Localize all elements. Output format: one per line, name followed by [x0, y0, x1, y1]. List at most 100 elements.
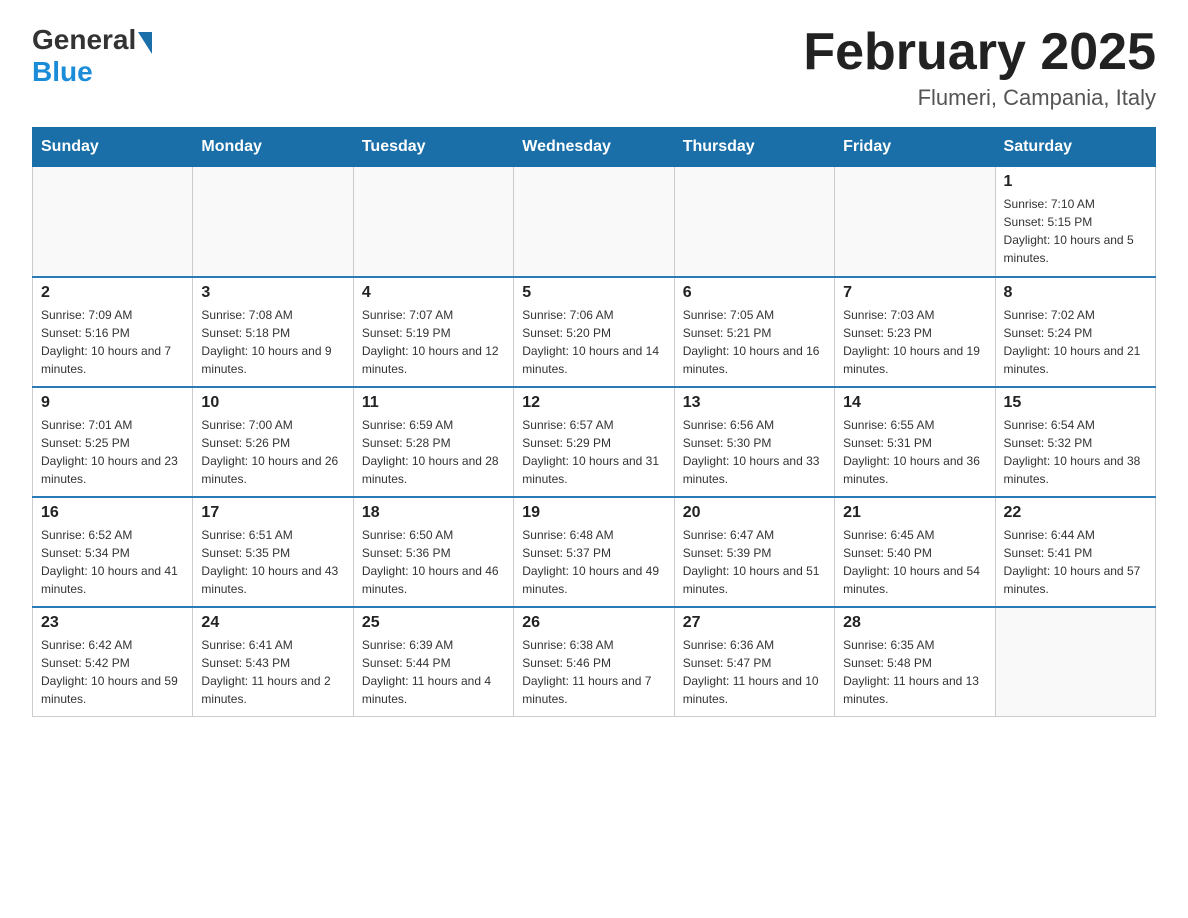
- day-info: Sunrise: 6:51 AM Sunset: 5:35 PM Dayligh…: [201, 526, 344, 598]
- day-number: 19: [522, 504, 665, 522]
- day-number: 17: [201, 504, 344, 522]
- day-number: 4: [362, 284, 505, 302]
- weekday-header-monday: Monday: [193, 128, 353, 167]
- weekday-header-saturday: Saturday: [995, 128, 1155, 167]
- day-info: Sunrise: 6:36 AM Sunset: 5:47 PM Dayligh…: [683, 636, 826, 708]
- day-info: Sunrise: 6:44 AM Sunset: 5:41 PM Dayligh…: [1004, 526, 1147, 598]
- calendar-cell: 18 Sunrise: 6:50 AM Sunset: 5:36 PM Dayli…: [353, 497, 513, 607]
- day-number: 15: [1004, 394, 1147, 412]
- calendar-cell: 21Sunrise: 6:45 AM Sunset: 5:40 PM Dayli…: [835, 497, 995, 607]
- day-info: Sunrise: 7:06 AM Sunset: 5:20 PM Dayligh…: [522, 306, 665, 378]
- calendar-cell: [674, 167, 834, 277]
- day-info: Sunrise: 6:56 AM Sunset: 5:30 PM Dayligh…: [683, 416, 826, 488]
- day-number: 24: [201, 614, 344, 632]
- day-info: Sunrise: 6:50 AM Sunset: 5:36 PM Dayligh…: [362, 526, 505, 598]
- weekday-header-friday: Friday: [835, 128, 995, 167]
- day-number: 11: [362, 394, 505, 412]
- calendar-cell: 22 Sunrise: 6:44 AM Sunset: 5:41 PM Dayli…: [995, 497, 1155, 607]
- day-info: Sunrise: 6:54 AM Sunset: 5:32 PM Dayligh…: [1004, 416, 1147, 488]
- calendar-cell: 11 Sunrise: 6:59 AM Sunset: 5:28 PM Dayli…: [353, 387, 513, 497]
- day-number: 8: [1004, 284, 1147, 302]
- weekday-header-tuesday: Tuesday: [353, 128, 513, 167]
- day-info: Sunrise: 6:55 AM Sunset: 5:31 PM Dayligh…: [843, 416, 986, 488]
- day-number: 3: [201, 284, 344, 302]
- calendar-cell: 16 Sunrise: 6:52 AM Sunset: 5:34 PM Dayli…: [33, 497, 193, 607]
- calendar-week-3: 16 Sunrise: 6:52 AM Sunset: 5:34 PM Dayli…: [33, 497, 1156, 607]
- weekday-header-sunday: Sunday: [33, 128, 193, 167]
- day-number: 21: [843, 504, 986, 522]
- calendar-cell: [193, 167, 353, 277]
- calendar-cell: 28 Sunrise: 6:35 AM Sunset: 5:48 PM Dayli…: [835, 607, 995, 717]
- day-info: Sunrise: 7:09 AM Sunset: 5:16 PM Dayligh…: [41, 306, 184, 378]
- day-info: Sunrise: 6:39 AM Sunset: 5:44 PM Dayligh…: [362, 636, 505, 708]
- calendar-cell: 4 Sunrise: 7:07 AM Sunset: 5:19 PM Daylig…: [353, 277, 513, 387]
- weekday-header-thursday: Thursday: [674, 128, 834, 167]
- calendar-week-0: 1 Sunrise: 7:10 AM Sunset: 5:15 PM Daylig…: [33, 167, 1156, 277]
- day-number: 18: [362, 504, 505, 522]
- day-number: 12: [522, 394, 665, 412]
- weekday-header-wednesday: Wednesday: [514, 128, 674, 167]
- weekday-header-row: SundayMondayTuesdayWednesdayThursdayFrid…: [33, 128, 1156, 167]
- calendar-cell: 17 Sunrise: 6:51 AM Sunset: 5:35 PM Dayli…: [193, 497, 353, 607]
- day-number: 10: [201, 394, 344, 412]
- day-number: 23: [41, 614, 184, 632]
- day-number: 1: [1004, 173, 1147, 191]
- calendar-cell: 9Sunrise: 7:01 AM Sunset: 5:25 PM Daylig…: [33, 387, 193, 497]
- day-info: Sunrise: 7:08 AM Sunset: 5:18 PM Dayligh…: [201, 306, 344, 378]
- page-title: February 2025: [803, 24, 1156, 81]
- calendar-cell: 12Sunrise: 6:57 AM Sunset: 5:29 PM Dayli…: [514, 387, 674, 497]
- calendar-week-1: 2 Sunrise: 7:09 AM Sunset: 5:16 PM Daylig…: [33, 277, 1156, 387]
- calendar-cell: [353, 167, 513, 277]
- day-info: Sunrise: 6:35 AM Sunset: 5:48 PM Dayligh…: [843, 636, 986, 708]
- calendar-cell: 6Sunrise: 7:05 AM Sunset: 5:21 PM Daylig…: [674, 277, 834, 387]
- calendar-cell: 23 Sunrise: 6:42 AM Sunset: 5:42 PM Dayli…: [33, 607, 193, 717]
- day-info: Sunrise: 6:42 AM Sunset: 5:42 PM Dayligh…: [41, 636, 184, 708]
- day-number: 5: [522, 284, 665, 302]
- logo: General Blue: [32, 24, 152, 88]
- calendar-cell: 13 Sunrise: 6:56 AM Sunset: 5:30 PM Dayli…: [674, 387, 834, 497]
- day-number: 13: [683, 394, 826, 412]
- day-info: Sunrise: 6:59 AM Sunset: 5:28 PM Dayligh…: [362, 416, 505, 488]
- calendar-cell: 5 Sunrise: 7:06 AM Sunset: 5:20 PM Daylig…: [514, 277, 674, 387]
- day-info: Sunrise: 7:07 AM Sunset: 5:19 PM Dayligh…: [362, 306, 505, 378]
- calendar-cell: 7 Sunrise: 7:03 AM Sunset: 5:23 PM Daylig…: [835, 277, 995, 387]
- calendar-cell: 24 Sunrise: 6:41 AM Sunset: 5:43 PM Dayli…: [193, 607, 353, 717]
- day-info: Sunrise: 7:10 AM Sunset: 5:15 PM Dayligh…: [1004, 195, 1147, 267]
- day-info: Sunrise: 6:38 AM Sunset: 5:46 PM Dayligh…: [522, 636, 665, 708]
- day-info: Sunrise: 6:52 AM Sunset: 5:34 PM Dayligh…: [41, 526, 184, 598]
- day-info: Sunrise: 6:41 AM Sunset: 5:43 PM Dayligh…: [201, 636, 344, 708]
- day-info: Sunrise: 6:48 AM Sunset: 5:37 PM Dayligh…: [522, 526, 665, 598]
- calendar-cell: 3 Sunrise: 7:08 AM Sunset: 5:18 PM Daylig…: [193, 277, 353, 387]
- day-number: 7: [843, 284, 986, 302]
- calendar-week-2: 9Sunrise: 7:01 AM Sunset: 5:25 PM Daylig…: [33, 387, 1156, 497]
- day-number: 14: [843, 394, 986, 412]
- calendar-cell: 2 Sunrise: 7:09 AM Sunset: 5:16 PM Daylig…: [33, 277, 193, 387]
- calendar-cell: 1 Sunrise: 7:10 AM Sunset: 5:15 PM Daylig…: [995, 167, 1155, 277]
- day-number: 6: [683, 284, 826, 302]
- calendar-cell: [835, 167, 995, 277]
- calendar-cell: [514, 167, 674, 277]
- calendar-cell: 27 Sunrise: 6:36 AM Sunset: 5:47 PM Dayli…: [674, 607, 834, 717]
- day-info: Sunrise: 7:00 AM Sunset: 5:26 PM Dayligh…: [201, 416, 344, 488]
- day-number: 27: [683, 614, 826, 632]
- day-number: 28: [843, 614, 986, 632]
- calendar-cell: [33, 167, 193, 277]
- day-info: Sunrise: 7:03 AM Sunset: 5:23 PM Dayligh…: [843, 306, 986, 378]
- calendar-cell: 26 Sunrise: 6:38 AM Sunset: 5:46 PM Dayli…: [514, 607, 674, 717]
- logo-general-text: General: [32, 24, 136, 56]
- calendar-cell: 10 Sunrise: 7:00 AM Sunset: 5:26 PM Dayli…: [193, 387, 353, 497]
- logo-text: General: [32, 24, 152, 56]
- day-number: 16: [41, 504, 184, 522]
- day-number: 22: [1004, 504, 1147, 522]
- calendar-cell: 14 Sunrise: 6:55 AM Sunset: 5:31 PM Dayli…: [835, 387, 995, 497]
- day-number: 26: [522, 614, 665, 632]
- page-header: General Blue February 2025 Flumeri, Camp…: [32, 24, 1156, 111]
- day-number: 2: [41, 284, 184, 302]
- day-info: Sunrise: 7:02 AM Sunset: 5:24 PM Dayligh…: [1004, 306, 1147, 378]
- calendar-cell: 19 Sunrise: 6:48 AM Sunset: 5:37 PM Dayli…: [514, 497, 674, 607]
- day-info: Sunrise: 6:47 AM Sunset: 5:39 PM Dayligh…: [683, 526, 826, 598]
- calendar-week-4: 23 Sunrise: 6:42 AM Sunset: 5:42 PM Dayli…: [33, 607, 1156, 717]
- title-area: February 2025 Flumeri, Campania, Italy: [803, 24, 1156, 111]
- calendar-cell: 15 Sunrise: 6:54 AM Sunset: 5:32 PM Dayli…: [995, 387, 1155, 497]
- day-number: 25: [362, 614, 505, 632]
